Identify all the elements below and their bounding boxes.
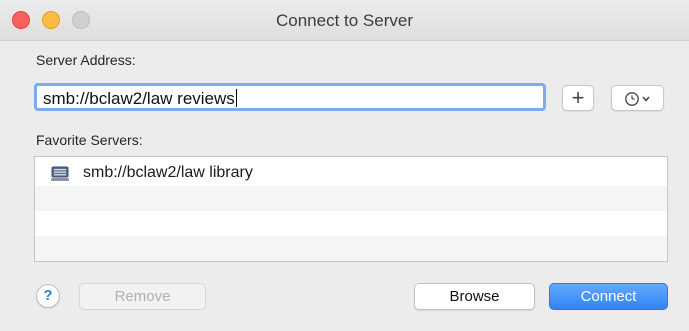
server-icon [51, 166, 69, 181]
server-address-value: smb://bclaw2/law reviews [43, 89, 235, 108]
question-mark-icon: ? [43, 287, 53, 304]
add-favorite-button[interactable]: + [562, 85, 594, 111]
connect-button[interactable]: Connect [549, 283, 668, 310]
recent-servers-button[interactable] [611, 85, 664, 111]
list-empty-row [35, 186, 667, 211]
favorite-servers-label: Favorite Servers: [36, 132, 143, 148]
help-button[interactable]: ? [36, 284, 60, 308]
remove-button[interactable]: Remove [79, 283, 206, 310]
browse-button[interactable]: Browse [414, 283, 535, 310]
list-empty-row [35, 236, 667, 261]
window-title: Connect to Server [275, 11, 413, 30]
clock-icon [625, 92, 650, 106]
list-item-label: smb://bclaw2/law library [83, 164, 253, 181]
favorite-servers-list[interactable]: smb://bclaw2/law library [34, 156, 668, 262]
text-cursor [235, 89, 237, 107]
connect-to-server-window: Connect to Server Server Address: smb://… [0, 0, 689, 331]
server-address-label: Server Address: [36, 52, 136, 68]
list-item[interactable]: smb://bclaw2/law library [35, 161, 667, 186]
plus-icon: + [571, 85, 585, 110]
server-address-input[interactable]: smb://bclaw2/law reviews [34, 83, 546, 111]
title-bar: Connect to Server [0, 0, 689, 41]
list-empty-row [35, 211, 667, 236]
